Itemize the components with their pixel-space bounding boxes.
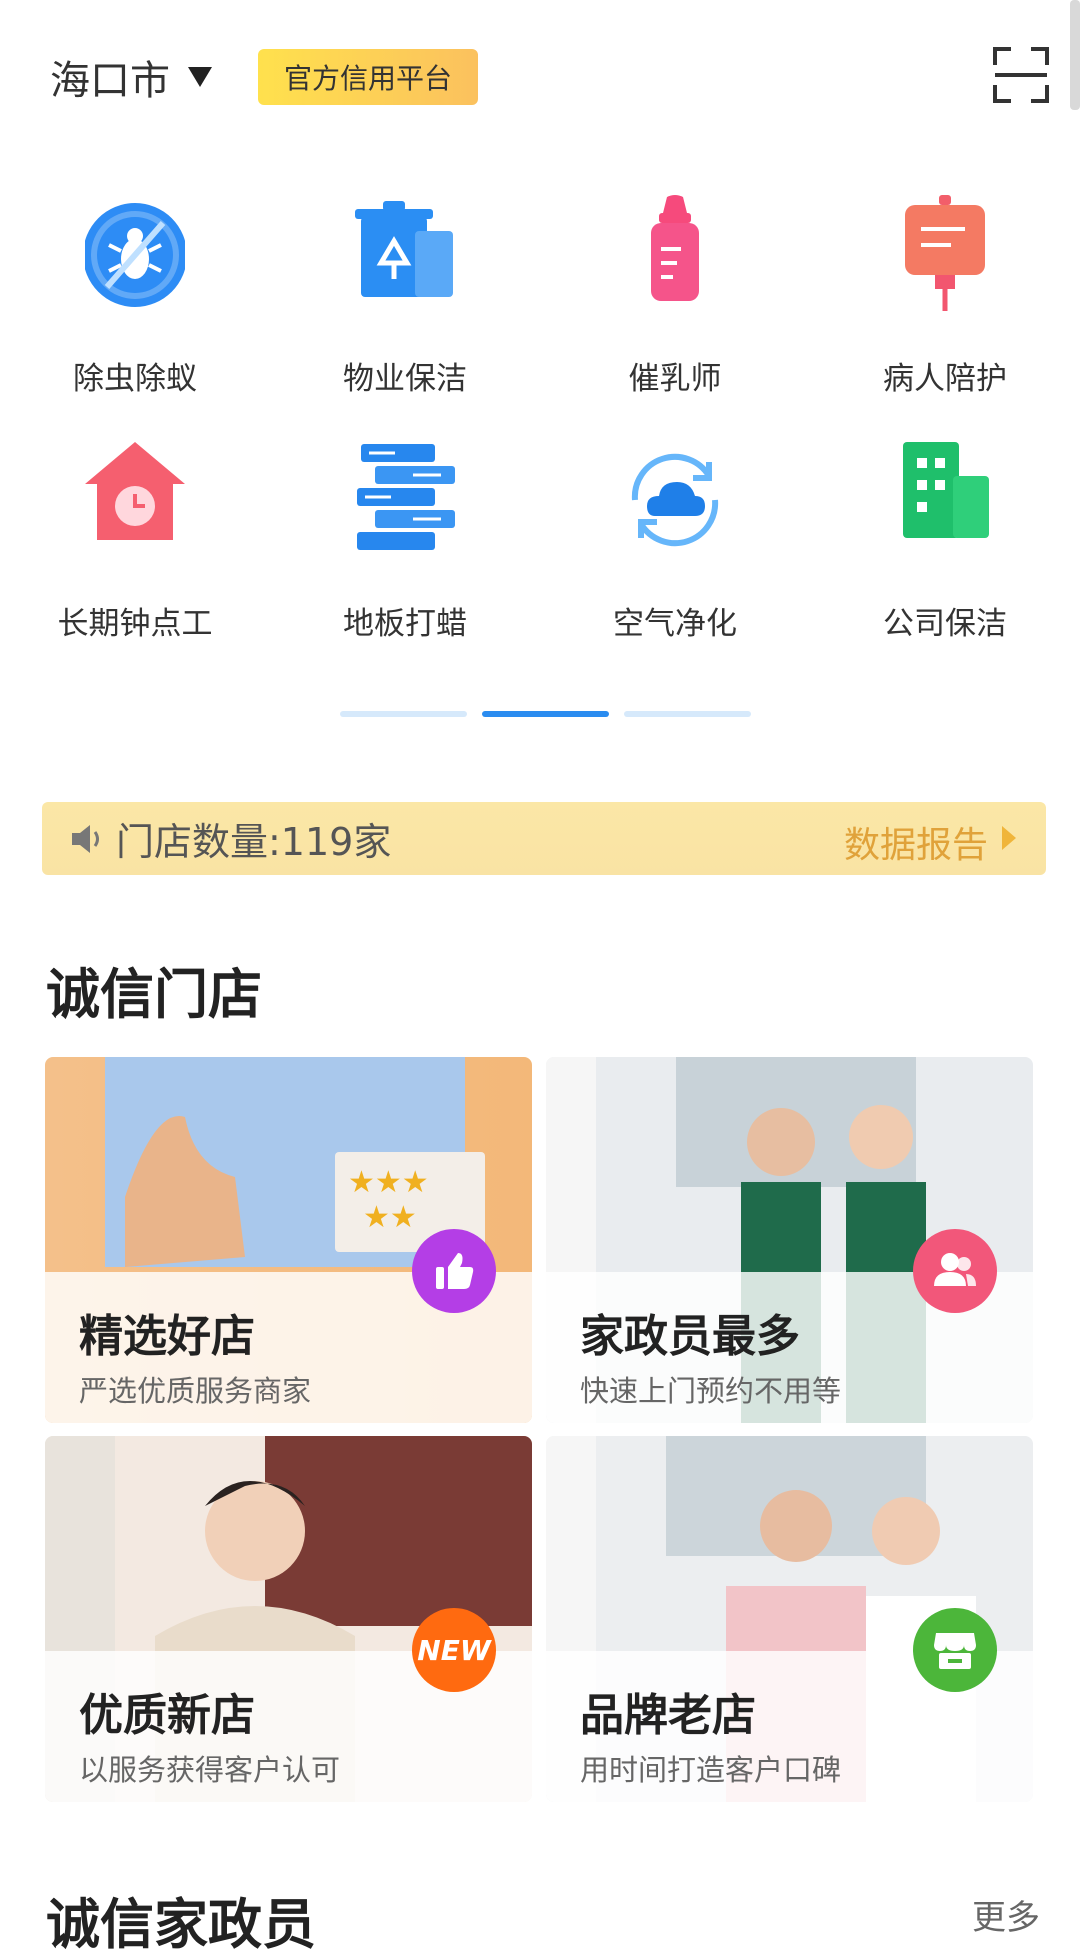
card-subtitle: 用时间打造客户口碑 [580,1753,842,1787]
building-icon [903,442,989,538]
service-label: 催乳师 [628,361,722,397]
scrollbar[interactable] [1070,0,1080,110]
card-title: 家政员最多 [580,1311,800,1362]
floor-boards-icon [357,444,455,550]
store-count-text: 门店数量:119家 [116,820,392,864]
svg-text:★★: ★★ [363,1200,417,1235]
card-title: 精选好店 [79,1311,255,1362]
top-bar: 海口市 官方信用平台 [0,0,1080,150]
card-subtitle: 以服务获得客户认可 [79,1753,341,1787]
new-badge-icon: NEW [412,1608,496,1692]
caret-down-icon [188,67,212,87]
service-item-office-cleaning[interactable]: 公司保洁 [810,440,1080,642]
store-count-notice[interactable]: 门店数量:119家 数据报告 [42,802,1046,875]
card-selected-stores[interactable]: ★★★ ★★ 精选好店 严选优质服务商家 [45,1057,532,1423]
section-title-credit-stores: 诚信门店 [46,963,262,1026]
service-item-hourly-worker[interactable]: 长期钟点工 [0,440,270,642]
card-most-housekeepers[interactable]: 家政员最多 快速上门预约不用等 [546,1057,1033,1423]
service-item-property-cleaning[interactable]: 物业保洁 [270,195,540,397]
shop-icon [913,1608,997,1692]
service-label: 长期钟点工 [57,606,213,642]
scan-icon[interactable] [993,47,1049,103]
service-item-pest-control[interactable]: 除虫除蚁 [0,195,270,397]
card-quality-new-stores[interactable]: 优质新店 以服务获得客户认可 NEW [45,1436,532,1802]
more-link[interactable]: 更多 [972,1890,1040,1939]
cloud-refresh-icon [631,453,719,547]
card-subtitle: 快速上门预约不用等 [580,1374,842,1408]
card-brand-old-stores[interactable]: 品牌老店 用时间打造客户口碑 [546,1436,1033,1802]
service-label: 公司保洁 [883,606,1007,642]
card-subtitle: 严选优质服务商家 [79,1374,312,1408]
speaker-icon [72,824,99,853]
trash-bin-icon [355,201,453,297]
service-label: 除虫除蚁 [73,361,197,397]
thumbs-up-icon [412,1229,496,1313]
card-title: 优质新店 [79,1690,255,1741]
service-label: 物业保洁 [343,361,467,397]
bug-icon [85,203,185,307]
iv-drip-icon [905,195,985,311]
service-label: 病人陪护 [883,361,1007,397]
svg-text:★★★: ★★★ [348,1165,429,1200]
official-credit-badge[interactable]: 官方信用平台 [258,49,479,105]
service-label: 地板打蜡 [343,606,467,642]
card-title: 品牌老店 [580,1690,756,1741]
service-label: 空气净化 [613,606,737,642]
baby-bottle-icon [651,195,699,301]
service-item-lactation[interactable]: 催乳师 [540,195,810,397]
new-badge-text: NEW [417,1633,491,1667]
service-item-floor-waxing[interactable]: 地板打蜡 [270,440,540,642]
service-item-patient-care[interactable]: 病人陪护 [810,195,1080,397]
users-icon [913,1229,997,1313]
city-label: 海口市 [50,58,170,104]
chevron-right-icon [1002,826,1016,850]
house-clock-icon [85,442,185,540]
page-dot-active[interactable] [482,711,609,717]
page-dot[interactable] [340,711,467,717]
page-dot[interactable] [624,711,751,717]
service-item-air-purification[interactable]: 空气净化 [540,440,810,642]
city-selector[interactable]: 海口市 [50,48,212,106]
data-report-link[interactable]: 数据报告 [844,816,988,868]
